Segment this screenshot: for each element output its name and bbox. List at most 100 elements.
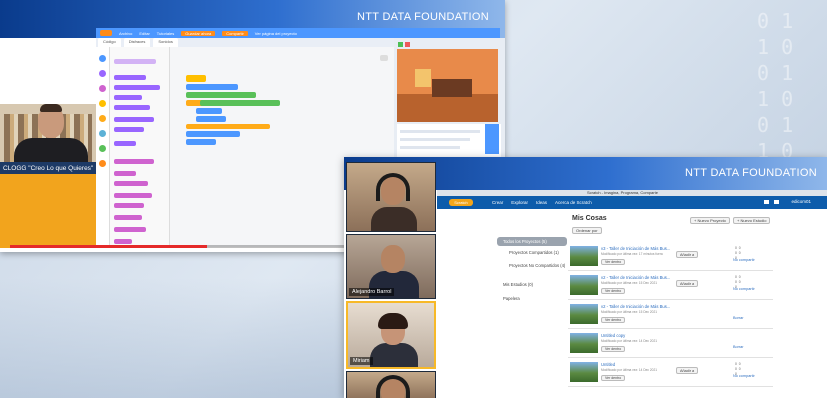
messages-icon[interactable] [764,200,769,204]
motion-category-icon[interactable] [99,55,106,62]
project-thumbnail[interactable] [570,246,598,266]
project-thumbnail[interactable] [570,333,598,353]
nav-explorar[interactable]: Explorar [511,200,528,205]
project-thumbnail[interactable] [570,304,598,324]
add-to-button[interactable]: Añadir a [676,367,699,374]
code-block[interactable] [186,84,238,90]
scratch-navbar: Scratch Crear Explorar Ideas Acerca de S… [437,196,827,209]
project-title[interactable]: Untitled copy [601,333,625,338]
palette-block[interactable] [114,227,146,232]
project-action-link[interactable]: No compartir [733,258,755,262]
presenter-hair [40,104,62,112]
user-menu[interactable]: edicom01 [791,199,811,204]
add-to-button[interactable]: Añadir a [676,280,699,287]
palette-block[interactable] [114,203,144,208]
nav-acerca[interactable]: Acerca de Scratch [555,200,592,205]
share-button[interactable]: Compartir [222,30,248,36]
see-inside-button[interactable]: Ver dentro [601,259,626,265]
operators-category-icon[interactable] [99,145,106,152]
participant-tile[interactable]: Alejandro Barrol [346,234,436,299]
palette-block[interactable] [114,117,154,122]
code-block[interactable] [196,116,226,122]
menu-tutoriales[interactable]: Tutoriales [157,31,174,36]
hat-block[interactable] [186,75,206,82]
see-inside-button[interactable]: Ver dentro [601,346,626,352]
events-category-icon[interactable] [99,100,106,107]
green-flag-icon[interactable] [398,42,403,47]
palette-block[interactable] [114,95,142,100]
project-page-link[interactable]: Ver página del proyecto [255,31,297,36]
palette-block[interactable] [114,181,148,186]
palette-block[interactable] [114,127,144,132]
sensing-category-icon[interactable] [99,130,106,137]
palette-block[interactable] [114,171,136,176]
code-block[interactable] [196,108,222,114]
participant-tile[interactable] [346,162,436,232]
add-to-button[interactable]: Añadir a [676,251,699,258]
palette-block[interactable] [114,239,132,244]
tab-sounds[interactable]: Sonidos [153,38,178,47]
save-now-button[interactable]: Guardar ahora [181,30,216,36]
see-inside-button[interactable]: Ver dentro [601,288,626,294]
folder-icon[interactable] [774,200,779,204]
code-block[interactable] [186,92,256,98]
palette-block[interactable] [114,193,152,198]
sidebar-item-unshared[interactable]: Proyectos No Compartidos (4) [497,263,567,268]
new-studio-button[interactable]: + Nuevo Estudio [733,217,771,224]
variables-category-icon[interactable] [99,160,106,167]
project-meta: Modificado por última vez: 15 Dec 2021 [601,281,657,285]
project-action-link[interactable]: Borrar [733,345,744,349]
brand-panel [0,174,96,248]
stage-selector[interactable] [485,124,499,154]
sound-category-icon[interactable] [99,85,106,92]
project-action-link[interactable]: No compartir [733,287,755,291]
project-meta: Modificado por última vez: 17 minutos fu… [601,252,663,256]
stop-icon[interactable] [405,42,410,47]
palette-block[interactable] [114,159,154,164]
project-row: v2 - Taller de Iniciación de Más Bus... … [568,272,773,300]
sidebar-item-shared[interactable]: Proyectos Compartidos (1) [497,250,567,255]
project-action-link[interactable]: Borrar [733,316,744,320]
palette-block[interactable] [114,85,160,90]
tab-costumes[interactable]: Disfraces [123,38,151,47]
menu-archivo[interactable]: Archivo [119,31,132,36]
control-category-icon[interactable] [99,115,106,122]
tab-code[interactable]: Código [98,38,121,47]
nav-crear[interactable]: Crear [492,200,503,205]
palette-block[interactable] [114,75,146,80]
see-inside-button[interactable]: Ver dentro [601,375,626,381]
code-block[interactable] [186,124,270,129]
palette-block[interactable] [114,59,156,64]
sidebar-item-studios[interactable]: Mis Estudios (0) [497,282,567,287]
code-block[interactable] [186,131,240,137]
zoom-control[interactable] [380,55,388,61]
project-title[interactable]: v2 - Taller de Iniciación de Más Bus... [601,275,670,280]
scratch-editor-menubar: Archivo Editar Tutoriales Guardar ahora … [96,28,500,38]
sort-dropdown[interactable]: Ordenar por [572,227,602,234]
participant-tile[interactable] [346,371,436,398]
new-project-button[interactable]: + Nuevo Proyecto [690,217,730,224]
looks-category-icon[interactable] [99,70,106,77]
participant-tile-active[interactable]: Miriam [346,301,436,369]
project-thumbnail[interactable] [570,362,598,382]
menu-editar[interactable]: Editar [139,31,149,36]
nav-ideas[interactable]: Ideas [536,200,547,205]
palette-block[interactable] [114,105,150,110]
sidebar-item-trash[interactable]: Papelera [497,296,567,301]
my-stuff-sidebar: Todos los Proyectos (5) Proyectos Compar… [497,237,567,322]
project-title[interactable]: v3 - Taller de Iniciación de Más Bus... [601,246,670,251]
project-thumbnail[interactable] [570,275,598,295]
see-inside-button[interactable]: Ver dentro [601,317,626,323]
project-title[interactable]: v2 - Taller de Iniciación de Más Bus... [601,304,670,309]
stage-canvas[interactable] [397,49,498,122]
project-title[interactable]: Untitled [601,362,615,367]
palette-block[interactable] [114,141,136,146]
sidebar-item-all-projects[interactable]: Todos los Proyectos (5) [497,237,567,246]
palette-block[interactable] [114,215,142,220]
scratch-logo[interactable]: Scratch [449,199,473,206]
code-block[interactable] [200,100,280,106]
project-action-link[interactable]: No compartir [733,374,755,378]
code-block[interactable] [186,139,216,145]
browser-title: Scratch - Imagina, Programa, Comparte [587,190,658,195]
project-meta: Modificado por última vez: 14 Dec 2021 [601,368,657,372]
